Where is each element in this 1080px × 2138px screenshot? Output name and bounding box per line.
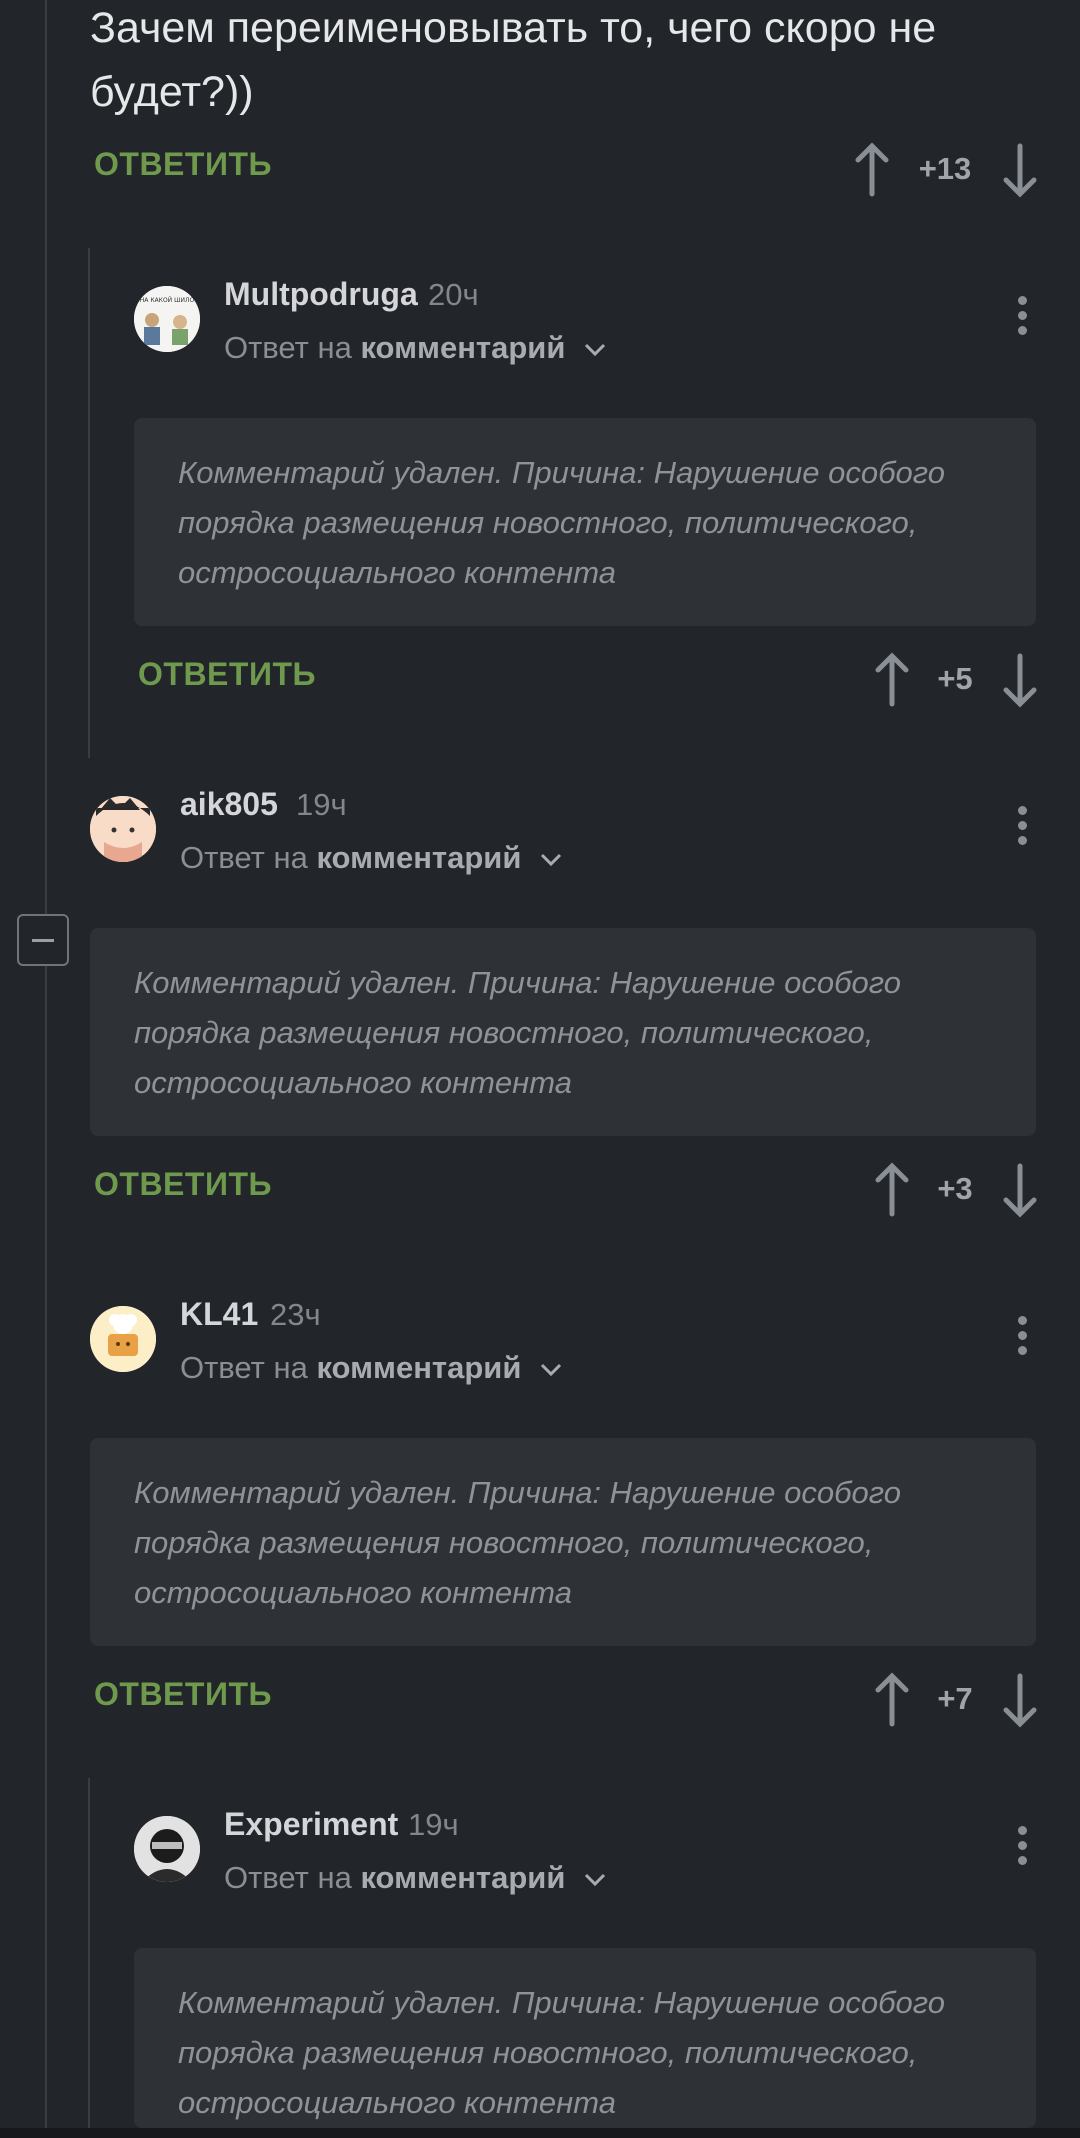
avatar-caption: НА КАКОЙ ШИЛО — [140, 297, 195, 304]
reply-to-prefix: Ответ на — [224, 1860, 352, 1895]
comment-author[interactable]: Multpodruga — [224, 276, 418, 313]
comment-author[interactable]: KL41 — [180, 1296, 258, 1333]
reply-to-link[interactable]: Ответ на комментарий — [180, 840, 562, 876]
more-vertical-icon[interactable] — [1016, 806, 1028, 850]
arrow-up-icon[interactable] — [872, 652, 912, 708]
comment-time: 20ч — [428, 277, 479, 312]
arrow-down-icon[interactable] — [1000, 142, 1040, 198]
reply-button[interactable]: ОТВЕТИТЬ — [94, 1676, 272, 1713]
comment-author[interactable]: aik805 — [180, 786, 278, 823]
vote-score: +3 — [937, 1171, 973, 1206]
reply-to-link[interactable]: Ответ на комментарий — [224, 330, 606, 366]
vote-control: +7 — [872, 1672, 1040, 1732]
avatar[interactable] — [90, 796, 156, 862]
vote-control: +3 — [872, 1162, 1040, 1222]
more-vertical-icon[interactable] — [1016, 1826, 1028, 1870]
nest-line-2 — [88, 1778, 90, 2130]
arrow-up-icon[interactable] — [852, 142, 892, 198]
thread-line — [45, 0, 47, 2130]
deleted-comment-notice: Комментарий удален. Причина: Нарушение о… — [134, 418, 1036, 626]
avatar[interactable] — [90, 1306, 156, 1372]
vote-control: +5 — [872, 652, 1040, 712]
collapse-thread-button[interactable] — [17, 914, 69, 966]
bottom-edge — [0, 2128, 1080, 2138]
vote-control: +13 — [852, 142, 1040, 202]
nest-line-1 — [88, 248, 90, 758]
vote-score: +13 — [918, 151, 972, 186]
deleted-comment-notice: Комментарий удален. Причина: Нарушение о… — [134, 1948, 1036, 2128]
reply-button[interactable]: ОТВЕТИТЬ — [94, 146, 272, 183]
deleted-comment-text: Комментарий удален. Причина: Нарушение о… — [178, 455, 945, 590]
arrow-up-icon[interactable] — [872, 1672, 912, 1728]
reply-to-prefix: Ответ на — [180, 840, 308, 875]
deleted-comment-text: Комментарий удален. Причина: Нарушение о… — [134, 1475, 901, 1610]
arrow-up-icon[interactable] — [872, 1162, 912, 1218]
arrow-down-icon[interactable] — [1000, 1162, 1040, 1218]
reply-button[interactable]: ОТВЕТИТЬ — [94, 1166, 272, 1203]
comment-time: 23ч — [270, 1297, 321, 1332]
more-vertical-icon[interactable] — [1016, 1316, 1028, 1360]
reply-to-link[interactable]: Ответ на комментарий — [224, 1860, 606, 1896]
reply-button[interactable]: ОТВЕТИТЬ — [138, 656, 316, 693]
comment-author[interactable]: Experiment — [224, 1806, 398, 1843]
reply-to-target: комментарий — [360, 330, 566, 365]
comment-text: Зачем переименовывать то, чего скоро не … — [90, 4, 937, 116]
reply-to-prefix: Ответ на — [224, 330, 352, 365]
avatar[interactable]: НА КАКОЙ ШИЛО — [134, 286, 200, 352]
arrow-down-icon[interactable] — [1000, 1672, 1040, 1728]
reply-to-prefix: Ответ на — [180, 1350, 308, 1385]
avatar[interactable] — [134, 1816, 200, 1882]
deleted-comment-notice: Комментарий удален. Причина: Нарушение о… — [90, 928, 1036, 1136]
deleted-comment-text: Комментарий удален. Причина: Нарушение о… — [134, 965, 901, 1100]
reply-to-target: комментарий — [316, 840, 522, 875]
deleted-comment-notice: Комментарий удален. Причина: Нарушение о… — [90, 1438, 1036, 1646]
chevron-down-icon — [540, 853, 562, 866]
arrow-down-icon[interactable] — [1000, 652, 1040, 708]
reply-to-link[interactable]: Ответ на комментарий — [180, 1350, 562, 1386]
more-vertical-icon[interactable] — [1016, 296, 1028, 340]
vote-score: +7 — [937, 1681, 973, 1716]
reply-to-target: комментарий — [360, 1860, 566, 1895]
vote-score: +5 — [937, 661, 973, 696]
chevron-down-icon — [540, 1363, 562, 1376]
comment-time: 19ч — [408, 1807, 459, 1842]
comment-time: 19ч — [296, 787, 347, 822]
chevron-down-icon — [584, 1873, 606, 1886]
reply-to-target: комментарий — [316, 1350, 522, 1385]
chevron-down-icon — [584, 343, 606, 356]
deleted-comment-text: Комментарий удален. Причина: Нарушение о… — [178, 1985, 945, 2120]
collapse-minus-icon — [32, 939, 54, 942]
